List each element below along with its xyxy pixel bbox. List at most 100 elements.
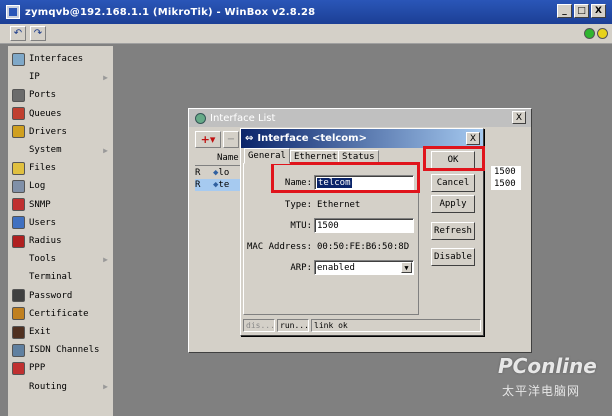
maximize-button[interactable]: □ bbox=[574, 4, 589, 18]
dialog-close-button[interactable]: X bbox=[466, 132, 480, 145]
status-disabled: dis... bbox=[243, 319, 275, 332]
chevron-down-icon[interactable]: ▼ bbox=[401, 262, 412, 273]
submenu-arrow-icon: ▶ bbox=[103, 72, 108, 82]
watermark-subtitle: 太平洋电脑网 bbox=[502, 384, 581, 398]
sidebar-item-radius[interactable]: Radius bbox=[8, 232, 114, 250]
sidebar-item-queues[interactable]: Queues bbox=[8, 105, 114, 123]
sidebar-item-label: Ports bbox=[29, 90, 57, 101]
table-row-selected[interactable]: R ◆ te bbox=[195, 179, 245, 191]
status-running: run... bbox=[277, 319, 309, 332]
sidebar-item-log[interactable]: Log bbox=[8, 177, 114, 195]
apply-button[interactable]: Apply bbox=[431, 195, 475, 213]
dialog-title: Interface <telcom> bbox=[257, 133, 367, 144]
sidebar-item-label: Certificate bbox=[29, 308, 89, 319]
table-row[interactable]: R ◆ lo bbox=[195, 167, 245, 179]
connection-status-icon bbox=[584, 28, 595, 39]
users-icon bbox=[12, 216, 25, 230]
winbox-app-icon bbox=[6, 5, 20, 19]
redo-button[interactable]: ↷ bbox=[30, 26, 46, 41]
sidebar-item-label: Password bbox=[29, 290, 73, 301]
sidebar-item-snmp[interactable]: SNMP bbox=[8, 196, 114, 214]
row-mtu: 1500 bbox=[491, 166, 521, 178]
window-title: zymqvb@192.168.1.1 (MikroTik) - WinBox v… bbox=[25, 6, 316, 18]
arp-select[interactable]: enabled ▼ bbox=[314, 260, 414, 275]
sidebar-item-label: Users bbox=[29, 217, 57, 228]
watermark: PConline 太平洋电脑网 bbox=[490, 352, 612, 416]
interface-list-title-bar: Interface List bbox=[189, 109, 531, 127]
certificate-icon bbox=[12, 307, 25, 321]
row-flag: R bbox=[195, 180, 201, 190]
sidebar-item-exit[interactable]: Exit bbox=[8, 323, 114, 341]
arp-select-value: enabled bbox=[317, 262, 355, 273]
arp-label: ARP: bbox=[290, 263, 312, 273]
row-flag: R bbox=[195, 168, 201, 178]
watermark-logo: PConline bbox=[498, 354, 597, 378]
sidebar-item-ports[interactable]: Ports bbox=[8, 86, 114, 104]
sidebar-item-label: Queues bbox=[29, 108, 62, 119]
add-interface-button[interactable]: +▾ bbox=[195, 131, 221, 148]
sidebar-item-label: PPP bbox=[29, 363, 46, 374]
sidebar-item-label: System bbox=[29, 145, 62, 155]
interface-list-header: Name bbox=[195, 151, 245, 166]
activity-status-icon bbox=[597, 28, 608, 39]
sidebar-item-tools[interactable]: Tools ▶ bbox=[8, 250, 114, 268]
mtu-label: MTU: bbox=[290, 221, 312, 231]
sidebar-item-label: Log bbox=[29, 181, 46, 192]
password-icon bbox=[12, 289, 25, 303]
ok-button-highlight bbox=[423, 146, 485, 171]
snmp-icon bbox=[12, 198, 25, 212]
submenu-arrow-icon: ▶ bbox=[103, 145, 108, 155]
remove-interface-button[interactable]: − bbox=[223, 131, 239, 148]
name-field-highlight bbox=[271, 162, 420, 193]
row-name: lo bbox=[218, 168, 230, 178]
minimize-button[interactable]: _ bbox=[557, 4, 572, 18]
sidebar-item-drivers[interactable]: Drivers bbox=[8, 123, 114, 141]
sidebar-item-label: ISDN Channels bbox=[29, 345, 100, 356]
interface-list-close-button[interactable]: X bbox=[512, 111, 526, 124]
main-toolbar: ↶ ↷ bbox=[0, 24, 612, 44]
sidebar-menu: Interfaces IP ▶ Ports Queues Drivers System ▶ Fi… bbox=[8, 46, 114, 416]
sidebar-item-system[interactable]: System ▶ bbox=[8, 141, 114, 159]
sidebar-item-certificate[interactable]: Certificate bbox=[8, 305, 114, 323]
sidebar-item-interfaces[interactable]: Interfaces bbox=[8, 50, 114, 68]
sidebar-item-label: Radius bbox=[29, 236, 62, 246]
refresh-button[interactable]: Refresh bbox=[431, 222, 475, 240]
sidebar-item-label: Drivers bbox=[29, 126, 67, 137]
cancel-button[interactable]: Cancel bbox=[431, 174, 475, 192]
log-icon bbox=[12, 179, 25, 193]
sidebar-item-files[interactable]: Files bbox=[8, 159, 114, 177]
interfaces-icon bbox=[12, 52, 25, 66]
window-title-bar: zymqvb@192.168.1.1 (MikroTik) - WinBox v… bbox=[0, 0, 612, 24]
files-icon bbox=[12, 161, 25, 175]
mac-address-value: 00:50:FE:B6:50:8D bbox=[317, 241, 410, 252]
interface-list-icon bbox=[195, 112, 206, 124]
mtu-field[interactable]: 1500 bbox=[314, 218, 414, 233]
tab-general[interactable]: General bbox=[244, 148, 290, 164]
ports-icon bbox=[12, 88, 25, 102]
disable-button[interactable]: Disable bbox=[431, 248, 475, 266]
close-button[interactable]: X bbox=[591, 4, 606, 18]
status-link: link ok bbox=[311, 319, 481, 332]
sidebar-item-label: IP bbox=[29, 72, 40, 83]
exit-icon bbox=[12, 325, 25, 339]
sidebar-item-label: Routing bbox=[29, 381, 67, 392]
sidebar-item-ppp[interactable]: PPP bbox=[8, 359, 114, 377]
sidebar-item-password[interactable]: Password bbox=[8, 287, 114, 305]
sidebar-item-label: Terminal bbox=[29, 272, 73, 283]
sidebar-item-isdn-channels[interactable]: ISDN Channels bbox=[8, 341, 114, 359]
sidebar-item-users[interactable]: Users bbox=[8, 214, 114, 232]
drivers-icon bbox=[12, 125, 25, 139]
sidebar-item-terminal[interactable]: Terminal bbox=[8, 268, 114, 286]
type-value: Ethernet bbox=[317, 199, 361, 210]
undo-button[interactable]: ↶ bbox=[10, 26, 26, 41]
row-mtu: 1500 bbox=[491, 178, 521, 190]
submenu-arrow-icon: ▶ bbox=[103, 382, 108, 392]
radius-icon bbox=[12, 234, 25, 248]
ppp-icon bbox=[12, 361, 25, 375]
sidebar-item-label: Exit bbox=[29, 327, 51, 337]
sidebar-item-ip[interactable]: IP ▶ bbox=[8, 68, 114, 86]
queues-icon bbox=[12, 107, 25, 121]
sidebar-item-routing[interactable]: Routing ▶ bbox=[8, 378, 114, 396]
mac-address-label: MAC Address: bbox=[246, 242, 312, 252]
sidebar-item-label: Files bbox=[29, 163, 57, 174]
